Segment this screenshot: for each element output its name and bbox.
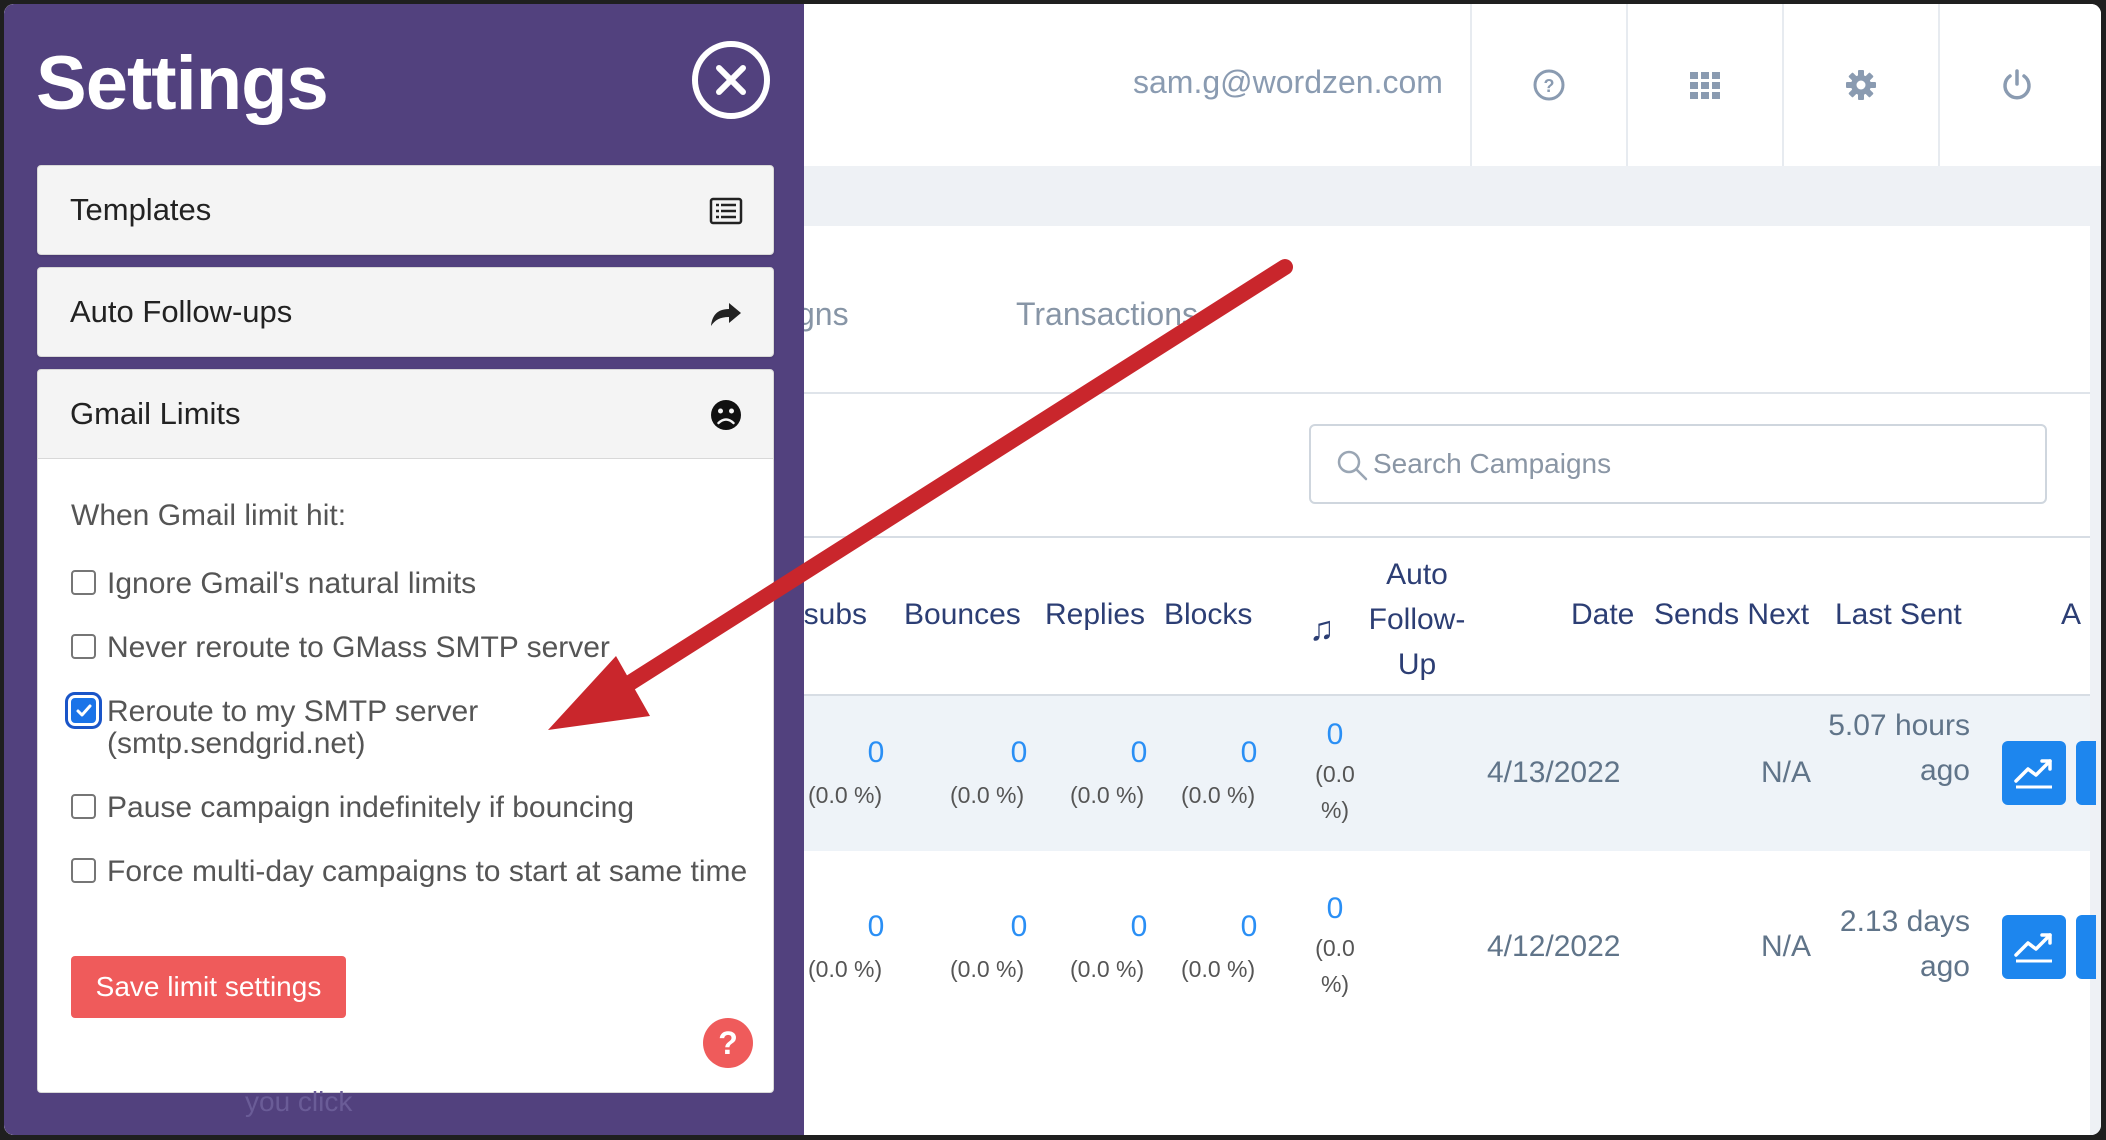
help-button[interactable]: ? — [703, 1018, 753, 1068]
auto-followup-count[interactable]: 0 — [1305, 892, 1365, 926]
power-icon — [2003, 69, 2031, 100]
close-icon — [716, 65, 746, 95]
option-label: Force multi-day campaigns to start at sa… — [107, 855, 748, 888]
frown-icon — [711, 400, 741, 430]
sidebar-item-gmail-limits[interactable]: Gmail Limits — [37, 369, 774, 459]
bounces-count[interactable]: 0 — [989, 910, 1049, 944]
trend-chart-icon — [2014, 759, 2052, 789]
unsubs-percent: (0.0 %) — [808, 956, 883, 982]
user-email[interactable]: sam.g@wordzen.com — [1133, 64, 1443, 101]
campaign-date: 4/12/2022 — [1487, 930, 1621, 963]
option-force-multi-day[interactable]: Force multi-day campaigns to start at sa… — [71, 856, 751, 888]
unsubs-count[interactable]: 0 — [846, 736, 906, 770]
report-button[interactable] — [2002, 915, 2066, 979]
col-bounces[interactable]: Bounces — [904, 598, 1021, 632]
option-sublabel: (smtp.sendgrid.net) — [107, 727, 366, 760]
option-never-reroute[interactable]: Never reroute to GMass SMTP server — [71, 632, 751, 664]
checkbox-checked[interactable] — [71, 698, 96, 723]
option-ignore-gmail-limits[interactable]: Ignore Gmail's natural limits — [71, 568, 751, 600]
col-auto-followup[interactable]: Auto Follow-Up — [1352, 552, 1482, 687]
logout-button[interactable] — [1938, 4, 2094, 166]
blocks-count[interactable]: 0 — [1219, 910, 1279, 944]
report-button[interactable] — [2002, 741, 2066, 805]
gear-icon — [1846, 70, 1876, 100]
gmail-limits-panel: When Gmail limit hit: Ignore Gmail's nat… — [37, 459, 774, 1093]
auto-followup-percent: (0.0 %) — [1315, 761, 1355, 823]
music-note-icon: ♫ — [1309, 610, 1335, 648]
save-limit-settings-button[interactable]: Save limit settings — [71, 956, 346, 1018]
sidebar-item-auto-followups[interactable]: Auto Follow-ups — [37, 267, 774, 357]
last-sent: 5.07 hours ago — [1828, 709, 1970, 787]
option-pause-if-bouncing[interactable]: Pause campaign indefinitely if bouncing — [71, 792, 751, 824]
svg-text:?: ? — [1544, 76, 1555, 96]
search-input[interactable] — [1373, 442, 2023, 486]
auto-followup-percent: (0.0 %) — [1315, 935, 1355, 997]
campaign-date: 4/13/2022 — [1487, 756, 1621, 789]
checkbox[interactable] — [71, 634, 96, 659]
replies-percent: (0.0 %) — [1070, 782, 1145, 808]
help-button[interactable]: ? — [1470, 4, 1626, 166]
col-replies[interactable]: Replies — [1045, 598, 1145, 632]
replies-count[interactable]: 0 — [1109, 910, 1169, 944]
last-sent: 2.13 days ago — [1839, 905, 1970, 983]
tab-transactions[interactable]: Transactions — [1016, 296, 1198, 333]
sends-next: N/A — [1761, 756, 1812, 789]
search-box — [1309, 424, 2047, 504]
option-label: Reroute to my SMTP server — [107, 695, 479, 728]
option-label: Pause campaign indefinitely if bouncing — [107, 791, 635, 824]
replies-percent: (0.0 %) — [1070, 956, 1145, 982]
apps-grid-button[interactable] — [1626, 4, 1782, 166]
gmail-limits-heading: When Gmail limit hit: — [71, 499, 347, 532]
list-icon — [709, 197, 743, 225]
unsubs-count[interactable]: 0 — [846, 910, 906, 944]
sidebar-item-label: Gmail Limits — [70, 396, 241, 431]
close-button[interactable] — [692, 41, 770, 119]
search-icon — [1337, 450, 1368, 481]
sidebar-item-label: Templates — [70, 192, 212, 227]
bounces-percent: (0.0 %) — [950, 956, 1025, 982]
col-sends-next[interactable]: Sends Next — [1654, 598, 1809, 632]
share-arrow-icon — [711, 303, 741, 326]
trend-chart-icon — [2014, 933, 2052, 963]
faint-background-text: you click — [245, 1086, 353, 1117]
replies-count[interactable]: 0 — [1109, 736, 1169, 770]
col-actions: A — [2061, 598, 2082, 631]
col-date[interactable]: Date — [1571, 598, 1634, 632]
checkbox[interactable] — [71, 570, 96, 595]
blocks-percent: (0.0 %) — [1181, 956, 1256, 982]
blocks-count[interactable]: 0 — [1219, 736, 1279, 770]
option-label: Ignore Gmail's natural limits — [107, 567, 477, 600]
checkbox[interactable] — [71, 858, 96, 883]
help-icon: ? — [1533, 69, 1565, 101]
tab-campaigns[interactable]: gns — [797, 296, 849, 333]
settings-button[interactable] — [1782, 4, 1938, 166]
bounces-percent: (0.0 %) — [950, 782, 1025, 808]
action-button[interactable] — [2076, 741, 2096, 805]
sidebar-item-label: Auto Follow-ups — [70, 294, 293, 329]
sidebar-title: Settings — [36, 41, 329, 126]
unsubs-percent: (0.0 %) — [808, 782, 883, 808]
bounces-count[interactable]: 0 — [989, 736, 1049, 770]
col-blocks[interactable]: Blocks — [1164, 598, 1252, 632]
settings-sidebar: Settings Templates Auto Follow-ups Gmail… — [4, 4, 804, 1135]
checkmark-icon — [76, 704, 92, 717]
option-reroute-my-smtp[interactable]: Reroute to my SMTP server (smtp.sendgrid… — [71, 696, 751, 760]
action-button[interactable] — [2076, 915, 2096, 979]
screenshot-frame: sam.g@wordzen.com ? gns Transactions Sea… — [4, 4, 2101, 1135]
checkbox[interactable] — [71, 794, 96, 819]
col-last-sent[interactable]: Last Sent — [1835, 598, 1962, 632]
option-label: Never reroute to GMass SMTP server — [107, 631, 610, 664]
apps-grid-icon — [1690, 72, 1720, 99]
auto-followup-count[interactable]: 0 — [1305, 718, 1365, 752]
sidebar-item-templates[interactable]: Templates — [37, 165, 774, 255]
blocks-percent: (0.0 %) — [1181, 782, 1256, 808]
